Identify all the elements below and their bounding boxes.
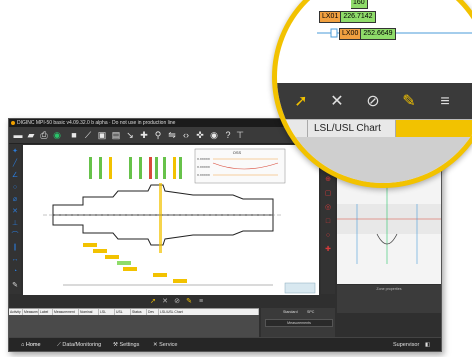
select-tool-icon[interactable]: ✦: [11, 148, 19, 156]
zone-properties-panel: Zone properties: [337, 285, 441, 313]
app-logo-icon: [11, 121, 15, 125]
magnified-chart-area: [277, 137, 472, 183]
nav-home-label: Home: [25, 342, 41, 348]
tolerance-bars: [89, 157, 182, 179]
radius-tool-icon[interactable]: ◔: [11, 268, 19, 276]
magnified-tabs: s LSL/USL Chart: [277, 119, 472, 138]
filter-icon[interactable]: ⚲: [153, 130, 163, 140]
angle-tool-icon[interactable]: ∠: [11, 172, 19, 180]
arrow-icon[interactable]: ➚: [149, 298, 157, 306]
measurements-side-panel: Standard SPC Measurements: [261, 308, 335, 337]
play-icon[interactable]: ◉: [52, 130, 62, 140]
open-folder-icon[interactable]: ▰: [26, 130, 36, 140]
readout-row-lx01: LX01 226.7142: [319, 11, 376, 23]
arc-tool-icon[interactable]: ⌒: [11, 232, 19, 240]
zone-properties-label: Zone properties: [376, 287, 402, 291]
circle-tool-icon[interactable]: ○: [11, 184, 19, 192]
new-file-icon[interactable]: ▬: [13, 130, 23, 140]
move-icon[interactable]: ✚: [139, 130, 149, 140]
pin-icon[interactable]: ⊤: [235, 130, 245, 140]
part-drawing: OSS X.XXXXX X.XXXXX X.XXXXX: [43, 148, 316, 294]
tab-spc[interactable]: SPC: [307, 310, 314, 314]
red-ring-icon[interactable]: ○: [324, 232, 332, 240]
parallel-tool-icon[interactable]: ∥: [11, 244, 19, 252]
line-tool-icon[interactable]: ╱: [11, 160, 19, 168]
nav-data-label: Data/Monitoring: [62, 342, 102, 348]
readout-lx00-value: 252.6649: [361, 28, 396, 40]
nav-data-monitoring[interactable]: ⟋ Data/Monitoring: [57, 338, 102, 351]
pencil-icon[interactable]: ✎: [185, 298, 193, 306]
cursor-arrow-icon[interactable]: ↘: [125, 130, 135, 140]
shaft-lower-profile: [52, 214, 274, 246]
readout-row-lx00: LX00 252.6649: [339, 28, 396, 40]
shaft-upper-profile: [52, 184, 274, 216]
red-point-icon[interactable]: ✚: [324, 246, 332, 254]
diameter-tool-icon[interactable]: ⌀: [11, 196, 19, 204]
inset-label-2: X.XXXXX: [197, 165, 210, 169]
nav-settings-label: Settings: [119, 342, 140, 348]
measurements-button[interactable]: Measurements: [265, 319, 333, 327]
drawing-toolbar: ➚ ✕ ⊘ ✎ ≡: [23, 296, 319, 308]
code-icon[interactable]: ‹›: [181, 130, 191, 140]
pencil-icon[interactable]: ✎: [399, 92, 419, 112]
bottom-navigation: ⌂ Home ⟋ Data/Monitoring ⚒ Settings ✕ Se…: [9, 337, 441, 351]
readout-top-value: 160: [351, 0, 368, 9]
arrow-icon[interactable]: ➚: [291, 92, 311, 112]
cylinder-icon[interactable]: ⊘: [173, 298, 181, 306]
measure-tool-icon[interactable]: ⟋: [83, 130, 93, 140]
nav-settings[interactable]: ⚒ Settings: [113, 338, 140, 351]
height-tool-icon[interactable]: ⊥: [11, 220, 19, 228]
measurement-canvas[interactable]: OSS X.XXXXX X.XXXXX X.XXXXX: [23, 145, 319, 295]
cylinder-icon[interactable]: ⊘: [363, 92, 383, 112]
mag-tab-status[interactable]: s: [277, 120, 295, 138]
measurements-grid-body[interactable]: [9, 315, 259, 337]
print-icon[interactable]: ⎙: [39, 130, 49, 140]
inset-chart-title: OSS: [233, 150, 242, 155]
crosshair-icon[interactable]: ✜: [195, 130, 205, 140]
readout-lx01-name: LX01: [319, 11, 342, 23]
stop-icon[interactable]: ■: [69, 130, 79, 140]
help-icon[interactable]: ?: [223, 130, 233, 140]
nav-home[interactable]: ⌂ Home: [21, 338, 41, 351]
magnifier-content: 160 LX01 226.7142 LX00 252.6649 ➚ ✕ ⊘ ✎ ≡ …: [277, 0, 472, 183]
readout-row-top: 160: [351, 0, 368, 9]
magnifier-callout: 160 LX01 226.7142 LX00 252.6649 ➚ ✕ ⊘ ✎ ≡ …: [272, 0, 472, 188]
readout-lx00-name: LX00: [339, 28, 362, 40]
mag-tab-lsl-usl-chart[interactable]: LSL/USL Chart: [307, 120, 387, 138]
red-target-icon[interactable]: ◎: [324, 204, 332, 212]
point-cross-icon[interactable]: ✕: [327, 92, 347, 112]
tab-standard[interactable]: Standard: [283, 310, 298, 314]
lines-icon[interactable]: ≡: [435, 92, 455, 112]
align-icon[interactable]: ⇋: [167, 130, 177, 140]
readout-lx01-value: 226.7142: [341, 11, 376, 23]
nav-service[interactable]: ✕ Service: [153, 338, 178, 351]
point-cross-icon[interactable]: ✕: [161, 298, 169, 306]
eye-icon[interactable]: ◉: [209, 130, 219, 140]
zoom-rect-icon[interactable]: ▣: [97, 130, 107, 140]
distance-tool-icon[interactable]: ↔: [11, 256, 19, 264]
edit-icon[interactable]: ✎: [11, 282, 19, 290]
mag-tab-empty[interactable]: [395, 120, 472, 138]
user-switch-icon[interactable]: ◧: [425, 338, 430, 351]
inset-label-1: X.XXXXX: [197, 157, 210, 161]
window-title: DIGINC MPI-50 basic v4.09.32.0 b alpha ·…: [17, 120, 176, 126]
cross-tool-icon[interactable]: ✕: [11, 208, 19, 216]
red-box-icon[interactable]: ▢: [324, 190, 332, 198]
dimension-icon[interactable]: ▤: [111, 130, 121, 140]
user-label: Supervisor: [393, 342, 420, 348]
lines-icon[interactable]: ≡: [197, 298, 205, 306]
inset-chart: OSS X.XXXXX X.XXXXX X.XXXXX: [194, 148, 286, 184]
dimension-labels: [63, 243, 273, 286]
inset-label-3: X.XXXXX: [197, 173, 210, 177]
red-square-icon[interactable]: □: [324, 218, 332, 226]
left-toolbar: ✦ ╱ ∠ ○ ⌀ ✕ ⊥ ⌒ ∥ ↔ ◔ ✎: [9, 144, 21, 294]
nav-service-label: Service: [159, 342, 178, 348]
